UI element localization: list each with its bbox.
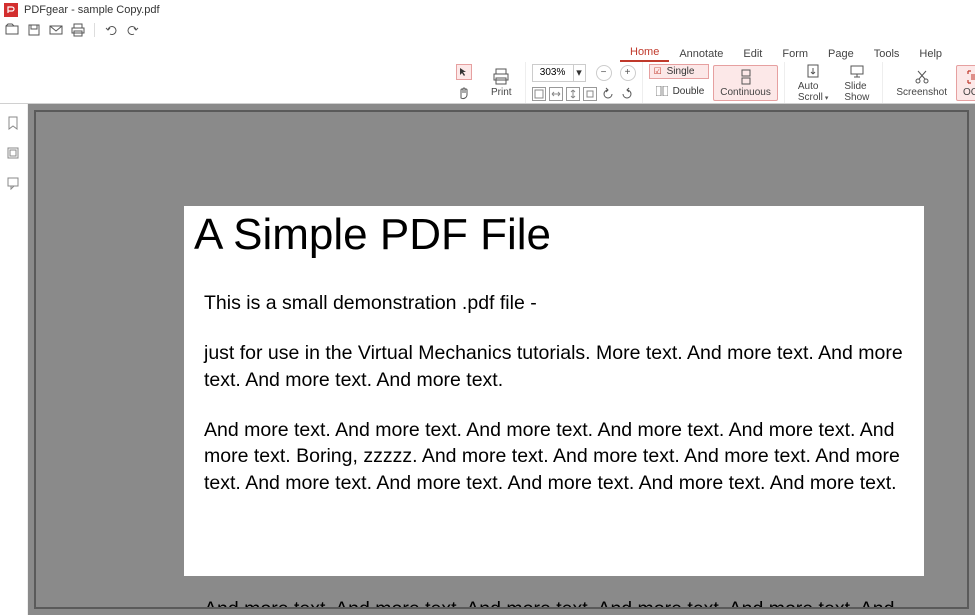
quick-access-toolbar — [0, 20, 975, 40]
slideshow-button[interactable]: Slide Show — [837, 59, 876, 106]
continuous-button[interactable]: Continuous — [713, 65, 778, 101]
email-icon[interactable] — [48, 22, 64, 38]
print-button[interactable]: Print — [484, 65, 519, 101]
tools-group: Screenshot OCR — [883, 62, 975, 103]
rotate-right-button[interactable] — [619, 86, 635, 102]
zoom-input[interactable] — [533, 67, 573, 78]
titlebar: PDFgear - sample Copy.pdf — [0, 0, 975, 20]
page-title: A Simple PDF File — [194, 210, 924, 260]
ocr-icon — [965, 68, 975, 86]
save-icon[interactable] — [26, 22, 42, 38]
menu-annotate[interactable]: Annotate — [669, 45, 733, 62]
zoom-combo[interactable]: ▾ — [532, 64, 586, 82]
hand-cursor-button[interactable] — [456, 86, 472, 102]
zoom-out-button[interactable]: − — [596, 65, 612, 81]
autoscroll-label: Auto Scroll▾ — [798, 81, 829, 103]
slideshow-label: Slide Show — [844, 81, 869, 103]
autoscroll-button[interactable]: Auto Scroll▾ — [791, 59, 836, 106]
zoom-dropdown-icon[interactable]: ▾ — [573, 65, 585, 81]
sidebar — [0, 104, 28, 615]
undo-icon[interactable] — [103, 22, 119, 38]
single-view-button[interactable]: ☑ Single — [649, 64, 710, 79]
cursor-group — [450, 62, 478, 103]
paragraph-3: And more text. And more text. And more t… — [204, 417, 908, 496]
paragraph-4: And more text. And more text. And more t… — [204, 596, 924, 609]
paragraph-1: This is a small demonstration .pdf file … — [204, 290, 908, 316]
screenshot-label: Screenshot — [896, 87, 947, 98]
menu-help[interactable]: Help — [909, 45, 952, 62]
print-group: Print — [478, 62, 526, 103]
window-title: PDFgear - sample Copy.pdf — [24, 4, 160, 16]
annotations-icon[interactable] — [6, 176, 22, 192]
fit-width-button[interactable] — [549, 87, 563, 101]
single-label: Single — [667, 66, 695, 77]
rotate-left-button[interactable] — [600, 86, 616, 102]
menu-home[interactable]: Home — [620, 43, 669, 62]
paragraph-2: just for use in the Virtual Mechanics tu… — [204, 340, 908, 393]
app-icon — [4, 3, 18, 17]
print-icon[interactable] — [70, 22, 86, 38]
continuous-label: Continuous — [720, 87, 771, 98]
double-view-button[interactable]: Double — [649, 81, 710, 101]
view-mode-group: ☑ Single Double Continuous — [643, 62, 785, 103]
canvas-inner: A Simple PDF File This is a small demons… — [34, 110, 969, 609]
redo-icon[interactable] — [125, 22, 141, 38]
double-page-icon — [654, 83, 670, 99]
ribbon: Print ▾ − + ☑ Single — [0, 62, 975, 104]
scissors-icon — [913, 68, 931, 86]
zoom-in-button[interactable]: + — [620, 65, 636, 81]
print-label: Print — [491, 87, 512, 98]
separator — [94, 23, 95, 37]
ocr-label: OCR — [963, 87, 975, 98]
thumbnails-icon[interactable] — [6, 146, 22, 162]
open-icon[interactable] — [4, 22, 20, 38]
check-icon: ☑ — [654, 66, 662, 77]
screenshot-button[interactable]: Screenshot — [889, 65, 954, 101]
workspace: A Simple PDF File This is a small demons… — [0, 104, 975, 615]
ocr-button[interactable]: OCR — [956, 65, 975, 101]
zoom-group: ▾ − + — [526, 62, 643, 103]
fit-page-button[interactable] — [532, 87, 546, 101]
double-label: Double — [673, 86, 705, 97]
document-canvas[interactable]: A Simple PDF File This is a small demons… — [28, 104, 975, 615]
menu-edit[interactable]: Edit — [733, 45, 772, 62]
printer-icon — [492, 68, 510, 86]
select-cursor-button[interactable] — [456, 64, 472, 80]
actual-size-button[interactable] — [583, 87, 597, 101]
autoscroll-icon — [804, 62, 822, 80]
pdf-page: A Simple PDF File This is a small demons… — [184, 206, 924, 576]
slideshow-icon — [848, 62, 866, 80]
bookmark-icon[interactable] — [6, 116, 22, 132]
continuous-icon — [737, 68, 755, 86]
fit-height-button[interactable] — [566, 87, 580, 101]
present-group: Auto Scroll▾ Slide Show — [785, 62, 884, 103]
